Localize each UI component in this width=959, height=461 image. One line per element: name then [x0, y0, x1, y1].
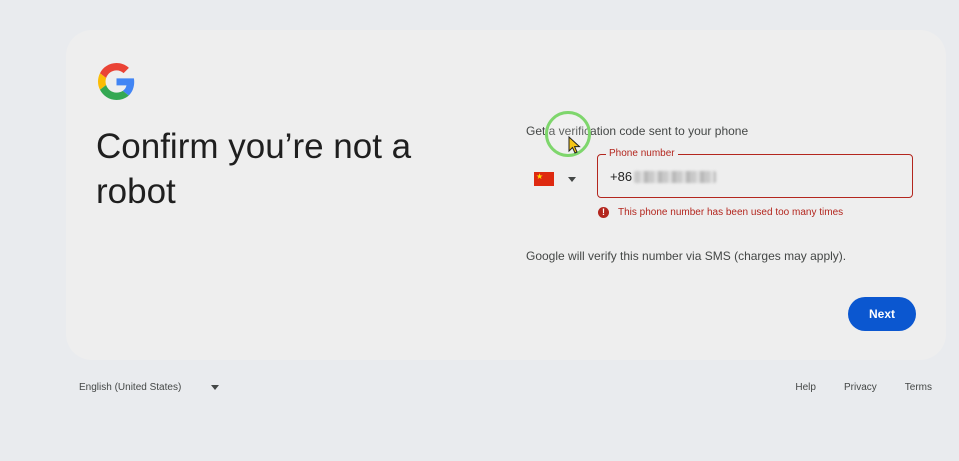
terms-link[interactable]: Terms — [905, 382, 932, 393]
phone-number-label: Phone number — [606, 147, 678, 161]
sms-note: Google will verify this number via SMS (… — [526, 249, 847, 263]
phone-number-field[interactable]: Phone number +86 — [597, 147, 913, 198]
phone-number-value[interactable]: +86 — [610, 169, 717, 184]
phone-error-message: ! This phone number has been used too ma… — [598, 207, 843, 218]
next-button[interactable]: Next — [848, 297, 916, 331]
chevron-down-icon — [568, 176, 576, 182]
redacted-number — [634, 170, 717, 183]
language-selector[interactable]: English (United States) — [79, 382, 220, 393]
error-text: This phone number has been used too many… — [618, 207, 844, 218]
mouse-pointer-icon — [568, 136, 581, 154]
country-selector[interactable] — [534, 168, 590, 190]
signin-card: Confirm you’re not a robot Get a verific… — [66, 30, 946, 360]
google-logo-icon — [98, 63, 135, 100]
error-icon: ! — [598, 207, 609, 218]
page-title: Confirm you’re not a robot — [96, 127, 412, 211]
phone-prefix: +86 — [610, 169, 633, 184]
chevron-down-icon — [211, 385, 220, 390]
privacy-link[interactable]: Privacy — [844, 382, 877, 393]
china-flag-icon — [534, 170, 554, 186]
language-label: English (United States) — [79, 382, 182, 393]
help-link[interactable]: Help — [795, 382, 816, 393]
footer-links: Help Privacy Terms — [795, 382, 932, 393]
